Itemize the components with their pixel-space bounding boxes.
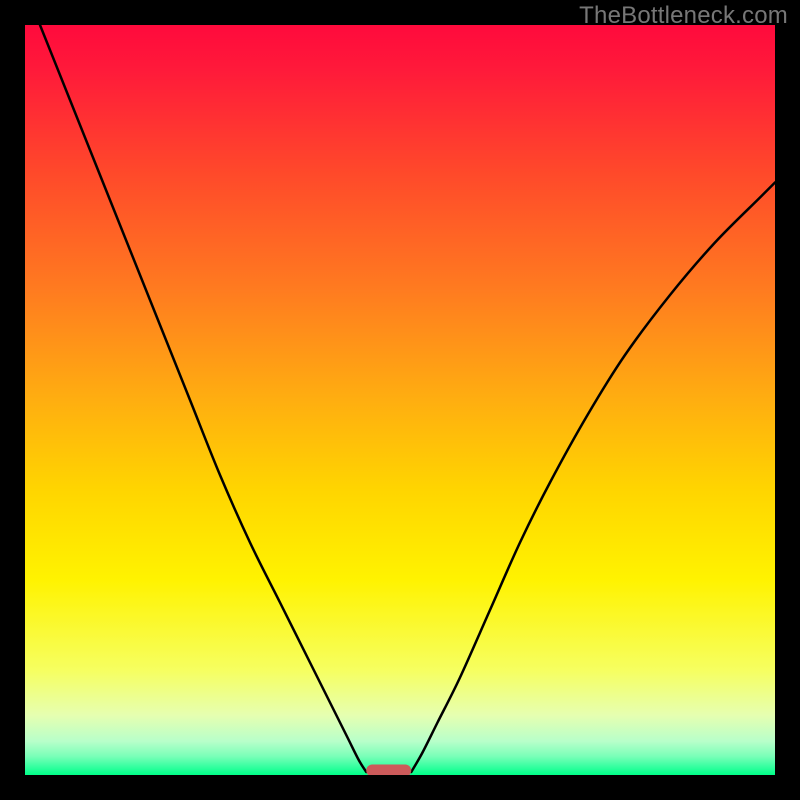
gradient-background [25, 25, 775, 775]
outer-frame: TheBottleneck.com [0, 0, 800, 800]
chart-svg [25, 25, 775, 775]
chart-area [25, 25, 775, 775]
bottleneck-marker [366, 765, 411, 776]
